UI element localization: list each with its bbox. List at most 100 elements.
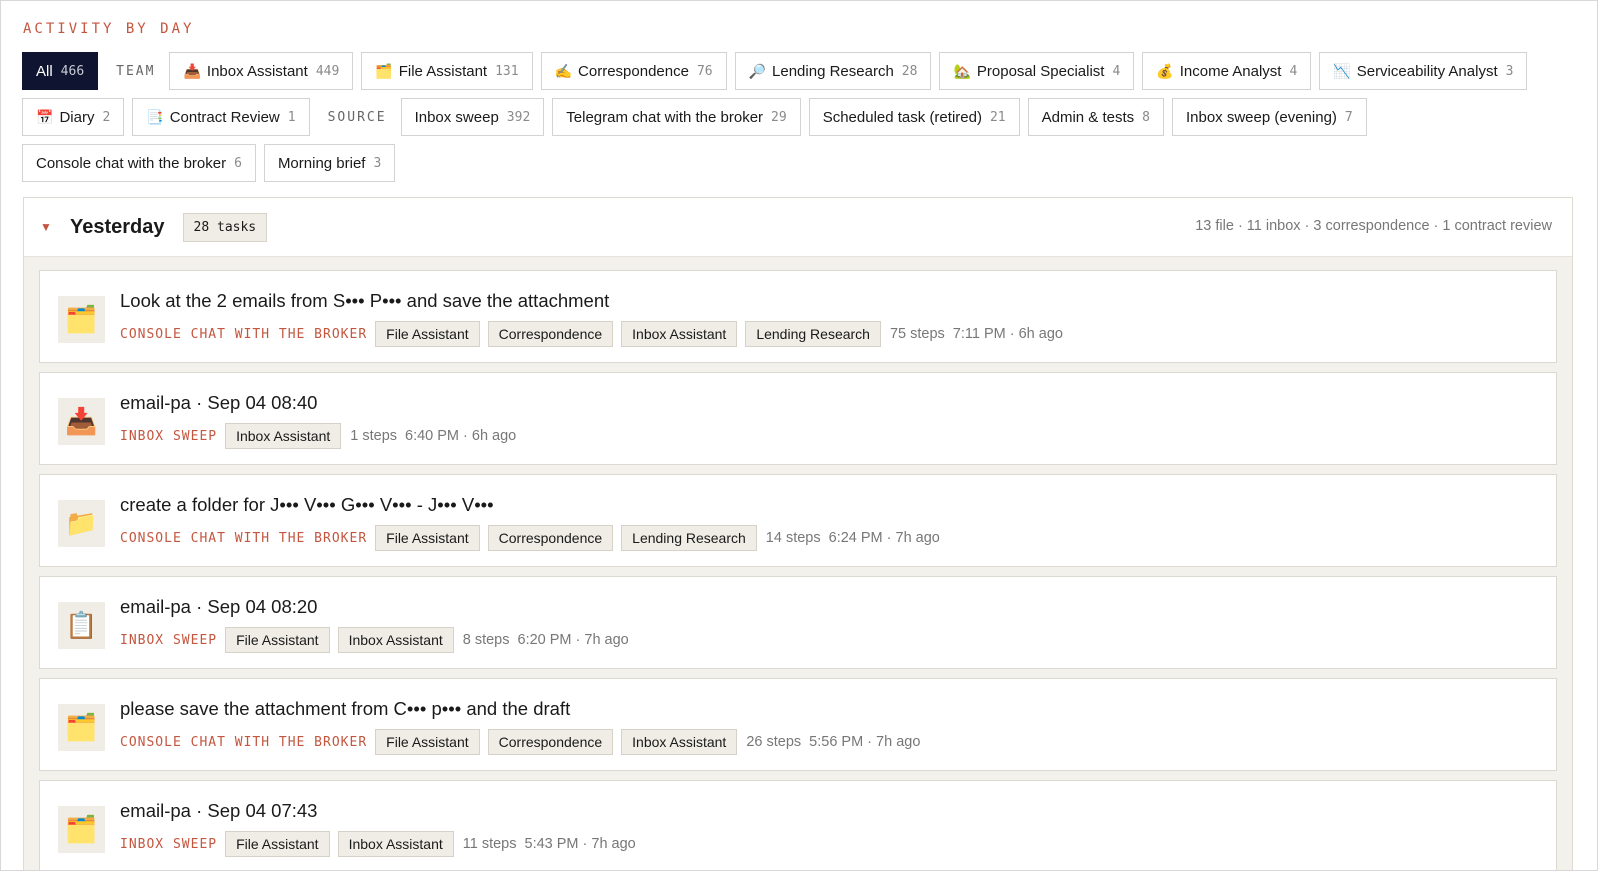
task-source-label: CONSOLE CHAT WITH THE BROKER [120, 530, 368, 546]
filter-chip-count: 8 [1142, 109, 1150, 125]
task-stats: 1 steps 6:40 PM · 6h ago [350, 428, 516, 444]
task-title[interactable]: Look at the 2 emails from S••• P••• and … [120, 290, 609, 312]
filter-chip-count: 21 [989, 109, 1006, 125]
filter-chip-count: 3 [1505, 63, 1514, 79]
filter-team-chip[interactable]: 📉 Serviceability Analyst 3 [1319, 52, 1528, 90]
filter-source-chip[interactable]: Console chat with the broker 6 [22, 144, 256, 182]
agent-tag[interactable]: Correspondence [487, 729, 614, 755]
filter-team-chip[interactable]: 📅 Diary 2 [22, 98, 125, 136]
task-time: 6:40 PM · 6h ago [405, 428, 517, 444]
task-time: 5:43 PM · 7h ago [524, 836, 636, 852]
filter-source-chip[interactable]: Morning brief 3 [263, 144, 396, 182]
task-source-label: INBOX SWEEP [120, 836, 218, 852]
team-icon: 💰 [1156, 62, 1174, 79]
agent-tag[interactable]: Correspondence [487, 525, 614, 551]
filter-chip-count: 4 [1289, 63, 1298, 79]
filter-all-chip[interactable]: All 466 [22, 52, 99, 90]
task-row[interactable]: 🗂️ Look at the 2 emails from S••• P••• an… [39, 270, 1557, 363]
filter-team-chip[interactable]: 🗂️ File Assistant 131 [361, 52, 533, 90]
task-row[interactable]: 📁 create a folder for J••• V••• G••• V•••… [39, 474, 1557, 567]
team-icon: 🏡 [953, 62, 971, 79]
filter-source-chip[interactable]: Inbox sweep (evening) 7 [1171, 98, 1367, 136]
filter-team-chip[interactable]: 🔎 Lending Research 28 [734, 52, 932, 90]
section-title: ACTIVITY BY DAY [23, 21, 195, 37]
team-icon: 📉 [1333, 62, 1351, 79]
filter-team-chip[interactable]: 💰 Income Analyst 4 [1142, 52, 1312, 90]
task-stats: 75 steps 7:11 PM · 6h ago [890, 326, 1063, 342]
filter-chip-label: Scheduled task (retired) [822, 108, 982, 126]
task-title[interactable]: create a folder for J••• V••• G••• V••• … [120, 494, 494, 516]
collapse-caret-icon[interactable]: ▼ [40, 220, 54, 234]
task-time: 5:56 PM · 7h ago [809, 734, 921, 750]
filter-chip-count: 466 [60, 63, 85, 79]
agent-tag[interactable]: File Assistant [225, 831, 330, 857]
filter-chip-label: File Assistant [398, 62, 488, 80]
filter-chip-count: 76 [696, 63, 713, 79]
filter-source-chip[interactable]: Telegram chat with the broker 29 [552, 98, 801, 136]
activity-panel: ACTIVITY BY DAY All 466 TEAM 📥 Inbox Assi… [0, 0, 1598, 871]
filter-chip-count: 6 [234, 155, 242, 171]
task-meta: CONSOLE CHAT WITH THE BROKER File Assista… [120, 321, 1063, 347]
task-icon: 🗂️ [58, 806, 105, 853]
task-row[interactable]: 📋 email-pa · Sep 04 08:20 INBOX SWEEP File … [39, 576, 1557, 669]
task-steps: 14 steps [765, 530, 821, 546]
agent-tag[interactable]: Inbox Assistant [621, 321, 738, 347]
task-icon: 🗂️ [58, 296, 105, 343]
team-icon: 🗂️ [375, 62, 393, 79]
task-title[interactable]: email-pa · Sep 04 08:20 [120, 596, 317, 618]
task-row[interactable]: 🗂️ email-pa · Sep 04 07:43 INBOX SWEEP File… [39, 780, 1557, 870]
task-count-badge: 28 tasks [182, 212, 268, 242]
filter-source-chip[interactable]: Scheduled task (retired) 21 [808, 98, 1020, 136]
agent-tag[interactable]: Inbox Assistant [337, 627, 454, 653]
filter-chip-count: 131 [495, 63, 519, 79]
filter-source-chip[interactable]: Inbox sweep 392 [400, 98, 545, 136]
task-title[interactable]: email-pa · Sep 04 08:40 [120, 392, 317, 414]
filter-chip-label: Income Analyst [1179, 62, 1282, 80]
filter-chip-label: Correspondence [578, 62, 689, 80]
day-header[interactable]: ▼ Yesterday 28 tasks 13 file · 11 inbox … [24, 198, 1572, 257]
task-meta: CONSOLE CHAT WITH THE BROKER File Assista… [120, 729, 920, 755]
agent-tag[interactable]: Inbox Assistant [225, 423, 342, 449]
filter-team-chip[interactable]: 📑 Contract Review 1 [132, 98, 310, 136]
filter-chip-count: 392 [506, 109, 531, 125]
task-source-label: CONSOLE CHAT WITH THE BROKER [120, 326, 368, 342]
agent-tag[interactable]: Lending Research [621, 525, 757, 551]
agent-tag[interactable]: File Assistant [375, 729, 480, 755]
agent-tag[interactable]: Correspondence [487, 321, 614, 347]
task-title[interactable]: email-pa · Sep 04 07:43 [120, 800, 317, 822]
agent-tag[interactable]: File Assistant [375, 525, 480, 551]
agent-tag[interactable]: Inbox Assistant [337, 831, 454, 857]
task-meta: INBOX SWEEP Inbox Assistant 1 steps 6:40 PM… [120, 423, 516, 449]
task-meta: INBOX SWEEP File Assistant Inbox Assistant… [120, 627, 629, 653]
task-time: 6:20 PM · 7h ago [517, 632, 629, 648]
task-time: 7:11 PM · 6h ago [952, 326, 1063, 342]
filter-team-chip[interactable]: ✍️ Correspondence 76 [540, 52, 727, 90]
filter-team-chip[interactable]: 🏡 Proposal Specialist 4 [939, 52, 1135, 90]
task-icon: 📁 [58, 500, 105, 547]
agent-tag[interactable]: File Assistant [375, 321, 480, 347]
task-title[interactable]: please save the attachment from C••• p••… [120, 698, 570, 720]
day-title: Yesterday [70, 215, 165, 238]
filter-chip-count: 7 [1344, 109, 1353, 125]
task-stats: 11 steps 5:43 PM · 7h ago [463, 836, 636, 852]
task-row[interactable]: 🗂️ please save the attachment from C••• p… [39, 678, 1557, 771]
team-icon: 📅 [36, 108, 54, 125]
filter-chip-label: All [36, 62, 53, 80]
filter-chip-label: Inbox Assistant [206, 62, 308, 80]
task-row[interactable]: 📥 email-pa · Sep 04 08:40 INBOX SWEEP Inbox… [39, 372, 1557, 465]
agent-tag[interactable]: Lending Research [745, 321, 881, 347]
task-steps: 1 steps [350, 428, 398, 444]
filter-chip-count: 3 [373, 155, 382, 171]
team-icon: 📥 [183, 62, 201, 79]
filter-team-chip[interactable]: 📥 Inbox Assistant 449 [169, 52, 354, 90]
agent-tag[interactable]: Inbox Assistant [621, 729, 738, 755]
filter-chip-count: 28 [901, 63, 918, 79]
task-steps: 26 steps [746, 734, 802, 750]
agent-tag[interactable]: File Assistant [225, 627, 330, 653]
filter-chip-label: Morning brief [277, 154, 366, 172]
filter-chip-label: Inbox sweep (evening) [1185, 108, 1337, 126]
team-icon: 📑 [146, 108, 164, 125]
filter-source-chip[interactable]: Admin & tests 8 [1027, 98, 1164, 136]
filter-chip-count: 4 [1112, 63, 1121, 79]
filter-chip-label: Serviceability Analyst [1356, 62, 1498, 80]
